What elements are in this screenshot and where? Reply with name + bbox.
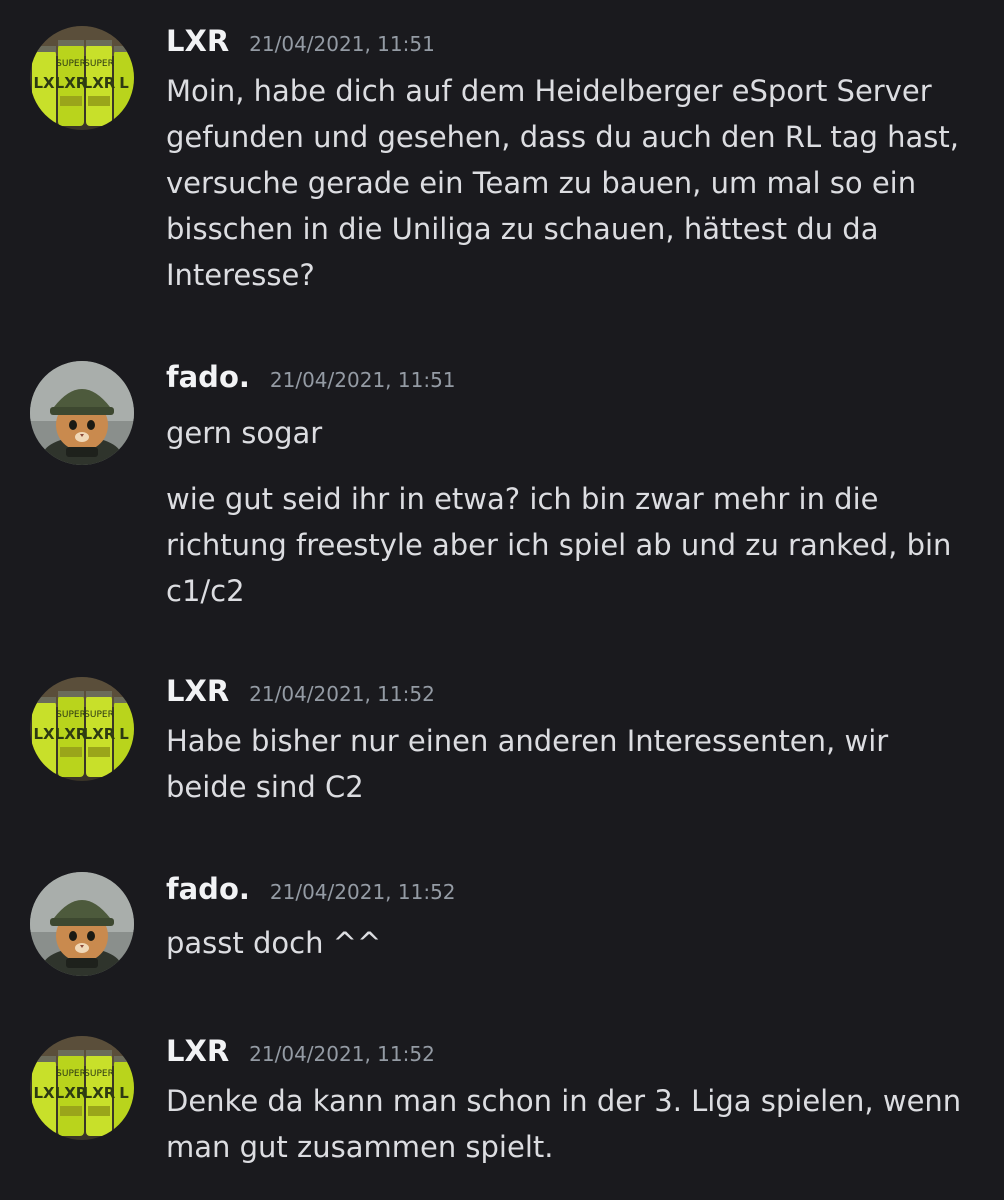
- username[interactable]: fado.: [166, 872, 250, 906]
- timestamp: 21/04/2021, 11:51: [249, 32, 435, 56]
- svg-text:SUPER: SUPER: [56, 1069, 86, 1079]
- svg-text:LX: LX: [33, 725, 55, 743]
- svg-text:SUPER: SUPER: [84, 1069, 114, 1079]
- energy-drink-cans-icon: SUPER SUPER LXR LXR LX L: [30, 677, 134, 781]
- username[interactable]: LXR: [166, 674, 229, 708]
- timestamp: 21/04/2021, 11:52: [249, 682, 435, 706]
- message-header: LXR 21/04/2021, 11:51: [166, 24, 435, 58]
- message-text: wie gut seid ihr in etwa? ich bin zwar m…: [166, 482, 952, 608]
- message-text: passt doch ^^: [166, 926, 382, 960]
- svg-text:L: L: [119, 725, 129, 743]
- avatar-fado[interactable]: [30, 361, 134, 465]
- svg-text:L: L: [119, 74, 129, 92]
- svg-text:SUPER: SUPER: [84, 59, 114, 69]
- username[interactable]: LXR: [166, 1034, 229, 1068]
- svg-text:SUPER: SUPER: [56, 710, 86, 720]
- message-text: gern sogar: [166, 416, 323, 450]
- username[interactable]: LXR: [166, 24, 229, 58]
- svg-text:LXR: LXR: [83, 725, 116, 743]
- energy-drink-cans-icon: SUPER SUPER LXR LXR LX L: [30, 1036, 134, 1140]
- avatar-lxr[interactable]: SUPER SUPER LXR LXR LX L: [30, 1036, 134, 1140]
- timestamp: 21/04/2021, 11:52: [269, 880, 456, 904]
- message-header: LXR 21/04/2021, 11:52: [166, 674, 435, 708]
- svg-text:LX: LX: [33, 74, 55, 92]
- timestamp: 21/04/2021, 11:51: [269, 368, 456, 392]
- avatar-lxr[interactable]: SUPER SUPER LXR LXR LX L: [30, 26, 134, 130]
- svg-text:SUPER: SUPER: [56, 59, 86, 69]
- message-header: fado. 21/04/2021, 11:51: [166, 360, 456, 394]
- avatar-lxr[interactable]: SUPER SUPER LXR LXR LX L: [30, 677, 134, 781]
- message-text: Habe bisher nur einen anderen Interessen…: [166, 724, 889, 804]
- message-header: fado. 21/04/2021, 11:52: [166, 872, 456, 906]
- energy-drink-cans-icon: SUPER SUPER LXR LXR LX L: [30, 26, 134, 130]
- username[interactable]: fado.: [166, 360, 250, 394]
- avatar-fado[interactable]: [30, 872, 134, 976]
- svg-text:LX: LX: [33, 1084, 55, 1102]
- message-text: Denke da kann man schon in der 3. Liga s…: [166, 1084, 962, 1164]
- message-text: Moin, habe dich auf dem Heidelberger eSp…: [166, 74, 959, 292]
- svg-text:LXR: LXR: [83, 74, 116, 92]
- svg-text:SUPER: SUPER: [84, 710, 114, 720]
- timestamp: 21/04/2021, 11:52: [249, 1042, 435, 1066]
- cat-with-helmet-icon: [30, 361, 134, 465]
- cat-with-helmet-icon: [30, 872, 134, 976]
- svg-text:LXR: LXR: [83, 1084, 116, 1102]
- message-header: LXR 21/04/2021, 11:52: [166, 1034, 435, 1068]
- svg-text:L: L: [119, 1084, 129, 1102]
